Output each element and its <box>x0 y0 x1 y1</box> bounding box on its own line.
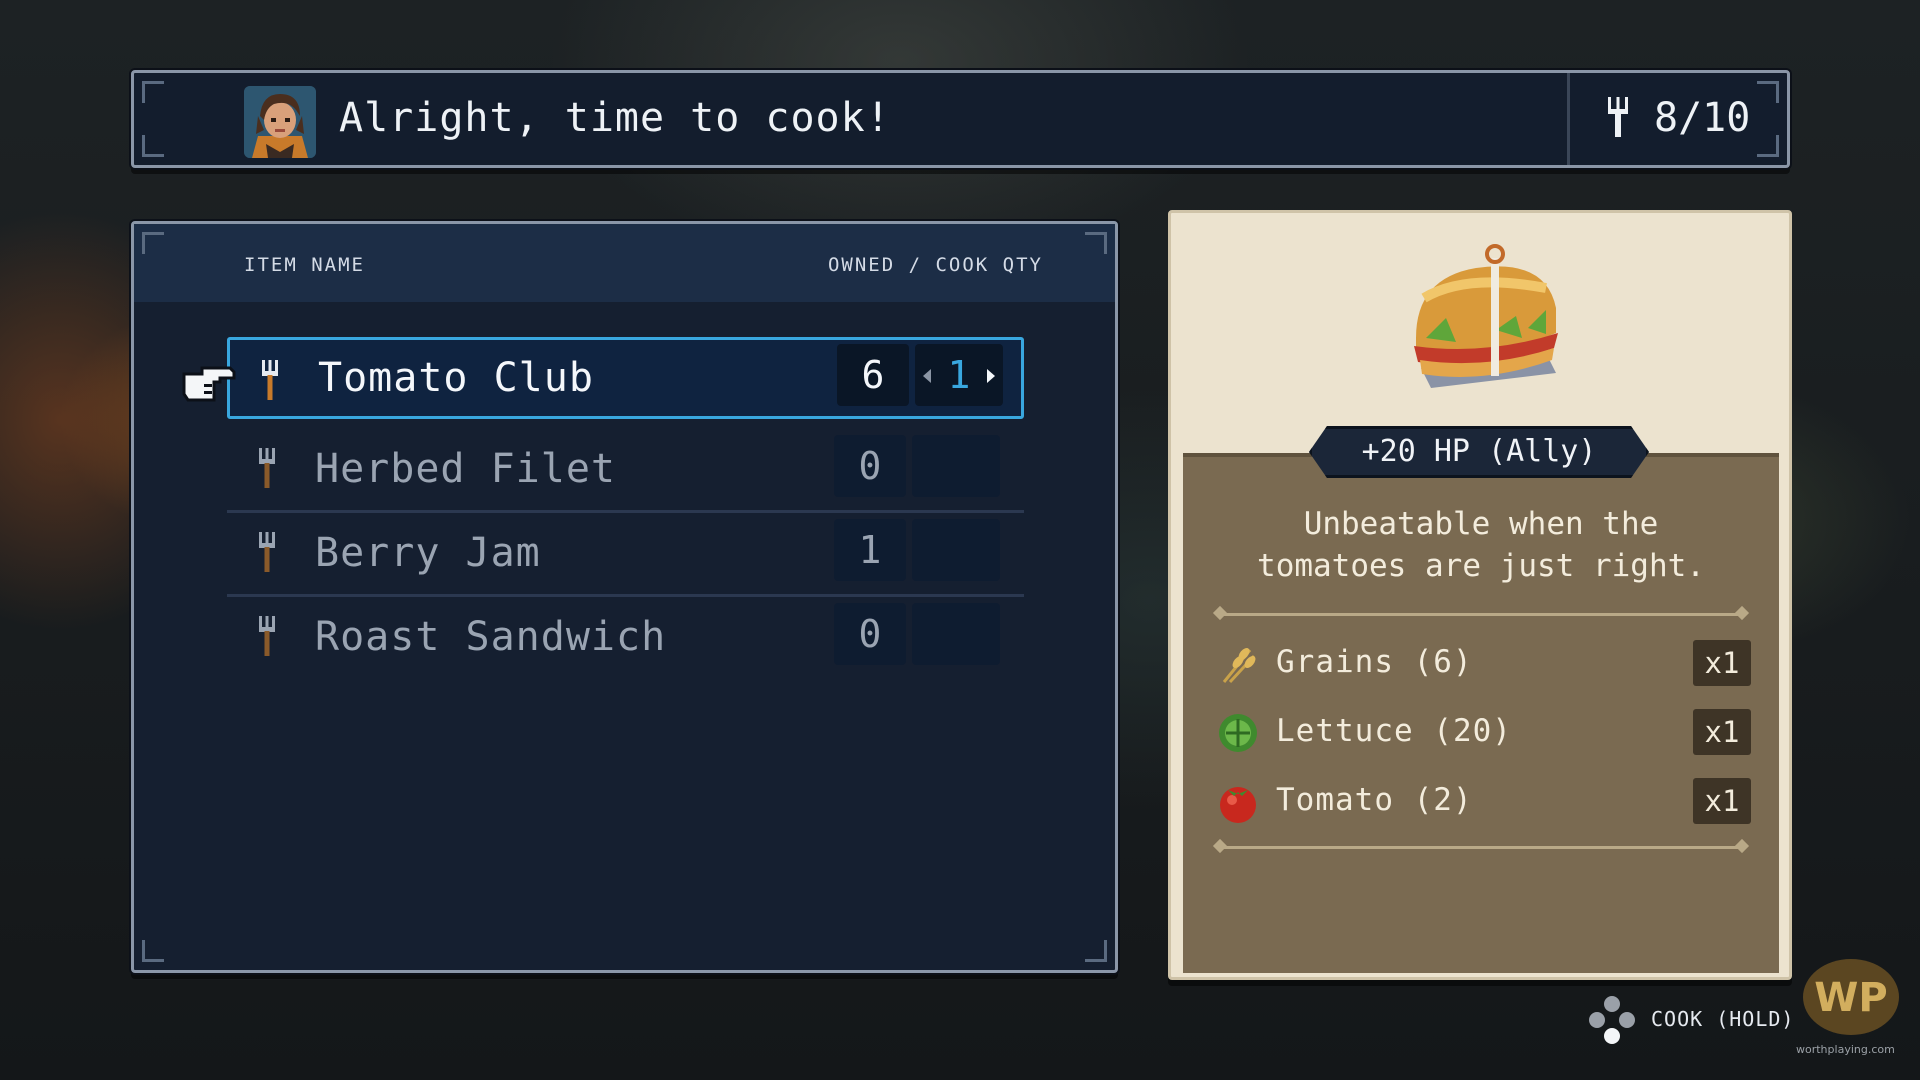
ingredient-row: Lettuce (20) x1 <box>1216 709 1751 757</box>
recipe-row-berry-jam[interactable]: Berry Jam 1 <box>227 512 1024 597</box>
cook-qty-stepper <box>912 603 1000 665</box>
owned-count: 0 <box>834 435 906 497</box>
column-header-item-name: ITEM NAME <box>244 254 365 276</box>
cook-qty-stepper <box>912 435 1000 497</box>
cook-qty-stepper <box>912 519 1000 581</box>
ingredient-multiplier: x1 <box>1693 778 1751 824</box>
cook-qty-stepper[interactable]: 1 <box>915 344 1003 406</box>
dialog-message: Alright, time to cook! <box>339 95 891 141</box>
ingredient-multiplier: x1 <box>1693 640 1751 686</box>
grains-icon <box>1222 648 1256 684</box>
ornament-corner <box>142 232 164 254</box>
fork-icon <box>259 448 275 488</box>
ingredient-name: Lettuce (20) <box>1276 713 1512 749</box>
fork-icon <box>259 616 275 656</box>
ornament-corner <box>142 940 164 962</box>
recipe-row-herbed-filet[interactable]: Herbed Filet 0 <box>227 428 1024 513</box>
owned-count: 6 <box>837 344 909 406</box>
recipe-description: Unbeatable when the tomatoes are just ri… <box>1257 506 1705 584</box>
effect-badge: +20 HP (Ally) <box>1309 426 1649 478</box>
ornament-corner <box>142 135 164 157</box>
owned-count: 1 <box>834 519 906 581</box>
recipe-name: Herbed Filet <box>315 446 616 492</box>
list-header: ITEM NAME OWNED / COOK QTY <box>134 224 1115 302</box>
ornament-corner <box>1757 81 1779 103</box>
divider-rule <box>1221 613 1741 616</box>
divider-rule <box>1221 846 1741 849</box>
lettuce-icon <box>1219 714 1257 752</box>
ingredient-multiplier: x1 <box>1693 709 1751 755</box>
ingredient-name: Tomato (2) <box>1276 782 1473 818</box>
recipe-detail-card: +20 HP (Ally) Unbeatable when the tomato… <box>1168 210 1792 980</box>
tomato-club-sandwich-icon <box>1414 244 1558 388</box>
character-portrait <box>244 86 316 158</box>
fork-icon <box>259 532 275 572</box>
recipe-row-tomato-club[interactable]: Tomato Club 6 1 <box>227 337 1024 419</box>
fork-icon <box>262 360 278 400</box>
watermark: WP worthplaying.com <box>1796 955 1906 1065</box>
tomato-icon <box>1220 787 1256 823</box>
column-header-owned-qty: OWNED / COOK QTY <box>827 254 1043 276</box>
ornament-corner <box>1085 940 1107 962</box>
ingredient-row: Grains (6) x1 <box>1216 640 1751 688</box>
ornament-corner <box>142 81 164 103</box>
watermark-url: worthplaying.com <box>1796 1043 1895 1056</box>
ornament-corner <box>1085 232 1107 254</box>
recipe-name: Tomato Club <box>318 355 594 401</box>
prompt-label: COOK (HOLD) <box>1651 1007 1795 1031</box>
ornament-corner <box>1757 135 1779 157</box>
cook-hold-prompt[interactable]: COOK (HOLD) <box>1586 995 1806 1045</box>
hand-pointer-icon <box>182 366 236 402</box>
increase-arrow-icon[interactable] <box>987 369 995 383</box>
dialog-bar: Alright, time to cook! 8/10 <box>131 70 1790 168</box>
svg-text:WP: WP <box>1814 975 1887 1021</box>
ingredient-row: Tomato (2) x1 <box>1216 778 1751 826</box>
controller-face-buttons-icon <box>1589 996 1635 1044</box>
worthplaying-logo-icon: WP <box>1803 959 1899 1035</box>
meal-counter: 8/10 <box>1654 95 1751 141</box>
fork-icon <box>1608 97 1628 137</box>
dialog-divider <box>1567 73 1570 165</box>
recipe-row-roast-sandwich[interactable]: Roast Sandwich 0 <box>227 596 1024 678</box>
recipe-name: Roast Sandwich <box>315 614 667 660</box>
recipe-list-panel: ITEM NAME OWNED / COOK QTY Tomato Club 6… <box>131 221 1118 973</box>
ingredient-name: Grains (6) <box>1276 644 1473 680</box>
recipe-name: Berry Jam <box>315 530 541 576</box>
owned-count: 0 <box>834 603 906 665</box>
